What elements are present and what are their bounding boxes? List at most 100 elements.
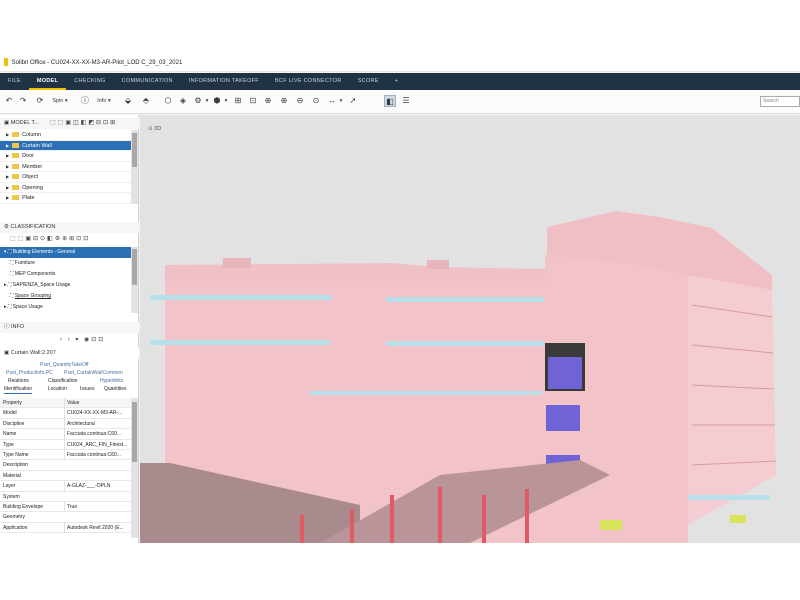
toolbar: ↶ ↷ ⟳ Spin ▾ ⓘ Info ▾ ⬙ ⬘ ⬡ ◈ ⚙ ▾ ⬢ ▾ ⊞ … xyxy=(0,90,800,114)
yellow-element-2 xyxy=(730,515,746,523)
info-dropdown[interactable]: Info ▾ xyxy=(91,95,117,107)
property-key: Application xyxy=(3,524,28,531)
scrollbar-thumb[interactable] xyxy=(132,133,137,167)
property-row[interactable]: Type CU024_ARC_FIN_Finest... xyxy=(0,439,131,450)
info-navigation[interactable]: ‹ › ▾ ◉⊡⊡ xyxy=(50,335,130,346)
menu-model[interactable]: MODEL xyxy=(28,73,67,90)
3d-viewport[interactable]: ⊙ 3D xyxy=(140,115,800,543)
property-row[interactable]: Material xyxy=(0,471,131,482)
viewport-label-text: 3D xyxy=(154,126,162,132)
property-row[interactable]: Geometry xyxy=(0,512,131,523)
view-dropdown-icon[interactable]: ▾ xyxy=(223,95,229,107)
redo-icon[interactable]: ↷ xyxy=(17,95,29,107)
info-icon[interactable]: ⓘ xyxy=(80,95,90,107)
classification-item-label: SAPIENZA_Space Usage xyxy=(12,282,71,288)
tree-item-label: Curtain Wall xyxy=(22,142,52,149)
hide-icon[interactable]: ◈ xyxy=(177,95,189,107)
spin-dropdown[interactable]: Spin ▾ xyxy=(46,95,74,107)
classification-item-mep[interactable]: ⛶ MEP Components xyxy=(0,269,131,280)
menu-score[interactable]: SCORE xyxy=(350,73,387,90)
property-key: Layer xyxy=(3,483,16,490)
classification-item-sapienza[interactable]: ▸ ⛶ SAPIENZA_Space Usage xyxy=(0,280,131,291)
model-tree-toolbar[interactable]: ⬚⬚▣◫◧◩⊟⊡⊞ xyxy=(46,118,136,129)
tab-issues[interactable]: Issues xyxy=(80,385,94,394)
property-row[interactable]: Layer A-GLAZ-___-OPLN xyxy=(0,481,131,492)
scrollbar-thumb[interactable] xyxy=(132,249,137,285)
property-row[interactable]: Discipline Architectural xyxy=(0,418,131,430)
menu-checking[interactable]: CHECKING xyxy=(66,73,113,90)
model-tree-scrollbar[interactable] xyxy=(131,130,138,204)
property-row[interactable]: Building Envelope True xyxy=(0,502,131,513)
info-scrollbar[interactable] xyxy=(131,398,138,538)
tree-item-opening[interactable]: ▶ Opening xyxy=(0,183,131,193)
transparency-icon[interactable]: ◧ xyxy=(384,95,396,107)
tree-item-column[interactable]: ▶ Column xyxy=(0,130,131,141)
property-key: Building Envelope xyxy=(3,504,44,510)
layers-icon[interactable]: ☰ xyxy=(400,95,412,107)
zoom-in-icon[interactable]: ⊕ xyxy=(278,95,290,107)
menu-bcf-live-connector[interactable]: BCF LIVE CONNECTOR xyxy=(267,73,350,90)
property-table-header: Property Value xyxy=(0,398,131,409)
isolate-icon[interactable]: ⬡ xyxy=(162,95,174,107)
tab-identification[interactable]: Identification xyxy=(4,385,33,394)
spin-icon[interactable]: ⟳ xyxy=(35,95,45,107)
tree-item-member[interactable]: ▶ Member xyxy=(0,162,131,172)
section-box-icon[interactable]: ⊞ xyxy=(232,95,244,107)
glass-strip-2 xyxy=(386,297,544,302)
property-row[interactable]: Name Facciata continua:C60... xyxy=(0,429,131,440)
property-key: Type xyxy=(3,441,14,448)
ribbon-menu: FILE MODEL CHECKING COMMUNICATION INFORM… xyxy=(0,73,800,90)
tree-item-object[interactable]: ▶ Object xyxy=(0,172,131,183)
measure-icon[interactable]: ↔ xyxy=(326,95,338,107)
scrollbar-thumb[interactable] xyxy=(132,402,137,462)
tab-location[interactable]: Location xyxy=(48,385,67,394)
property-row[interactable]: System xyxy=(0,492,131,502)
zoom-out-icon[interactable]: ⊖ xyxy=(294,95,306,107)
zoom-selection-icon[interactable]: ⊕ xyxy=(262,95,274,107)
classification-scrollbar[interactable] xyxy=(131,247,138,313)
tree-item-plate[interactable]: ▶ Plate xyxy=(0,193,131,204)
info-label: Info xyxy=(97,98,107,104)
visibility-dropdown-icon[interactable]: ▾ xyxy=(204,95,210,107)
classification-item-building-elements[interactable]: ▾ ⛶ Building Elements - General xyxy=(0,247,131,258)
classification-toolbar[interactable]: ⬚⬚▣⊟⊙◧⚙⊕⊞⊡⊡ xyxy=(0,234,139,245)
measure-dropdown-icon[interactable]: ▾ xyxy=(338,95,344,107)
property-value: Autodesk Revit 2020 (E... xyxy=(64,522,130,534)
property-row[interactable]: Type Name Facciata continua:C60... xyxy=(0,450,131,461)
select-group-icon[interactable]: ⬘ xyxy=(140,95,152,107)
building-model[interactable] xyxy=(140,115,800,543)
view-cube-icon[interactable]: ⬢ xyxy=(211,95,223,107)
visibility-settings-icon[interactable]: ⚙ xyxy=(192,95,204,107)
classification-item-label: Furniture xyxy=(14,260,35,266)
add-tab-button[interactable]: + xyxy=(387,73,407,90)
tree-item-label: Member xyxy=(22,163,43,170)
fit-view-icon[interactable]: ⊡ xyxy=(247,95,259,107)
tree-item-label: Column xyxy=(22,132,42,138)
property-row[interactable]: Application Autodesk Revit 2020 (E... xyxy=(0,522,131,534)
menu-communication[interactable]: COMMUNICATION xyxy=(114,73,181,90)
solibri-logo-icon xyxy=(4,58,8,67)
title-bar: Solibri Office - CU024-XX-XX-M3-AR-Pilot… xyxy=(0,55,800,72)
menu-file[interactable]: FILE xyxy=(0,73,29,90)
undo-icon[interactable]: ↶ xyxy=(3,95,15,107)
property-key: Geometry xyxy=(3,514,25,521)
classification-item-furniture[interactable]: ⛶ Furniture xyxy=(0,258,131,269)
zoom-window-icon[interactable]: ⊙ xyxy=(310,95,322,107)
roof-box-2 xyxy=(427,260,449,269)
classification-item-space-usage[interactable]: ▸ ⛶ Space Usage xyxy=(0,302,131,313)
tree-item-door[interactable]: ▶ Door xyxy=(0,151,131,162)
tree-item-label: Door xyxy=(22,153,34,159)
property-value: Facciata continua:C60... xyxy=(64,450,130,461)
search-input[interactable]: Search xyxy=(760,96,800,107)
select-components-icon[interactable]: ⬙ xyxy=(122,95,134,107)
property-key: Model xyxy=(3,410,17,417)
tab-quantities[interactable]: Quantities xyxy=(104,385,127,394)
tree-item-curtain-wall[interactable]: ▶ Curtain Wall xyxy=(0,140,131,151)
classification-item-space-grouping[interactable]: ⛶ Space Grouping xyxy=(0,291,131,302)
walk-mode-icon[interactable]: ➚ xyxy=(347,95,359,107)
tower-side xyxy=(688,275,776,525)
solibri-app-window: Solibri Office - CU024-XX-XX-M3-AR-Pilot… xyxy=(0,55,800,543)
property-row[interactable]: Description xyxy=(0,460,131,471)
menu-information-takeoff[interactable]: INFORMATION TAKEOFF xyxy=(181,73,267,90)
property-row[interactable]: Model CU024-XX-XX-M3-AR-... xyxy=(0,408,131,419)
